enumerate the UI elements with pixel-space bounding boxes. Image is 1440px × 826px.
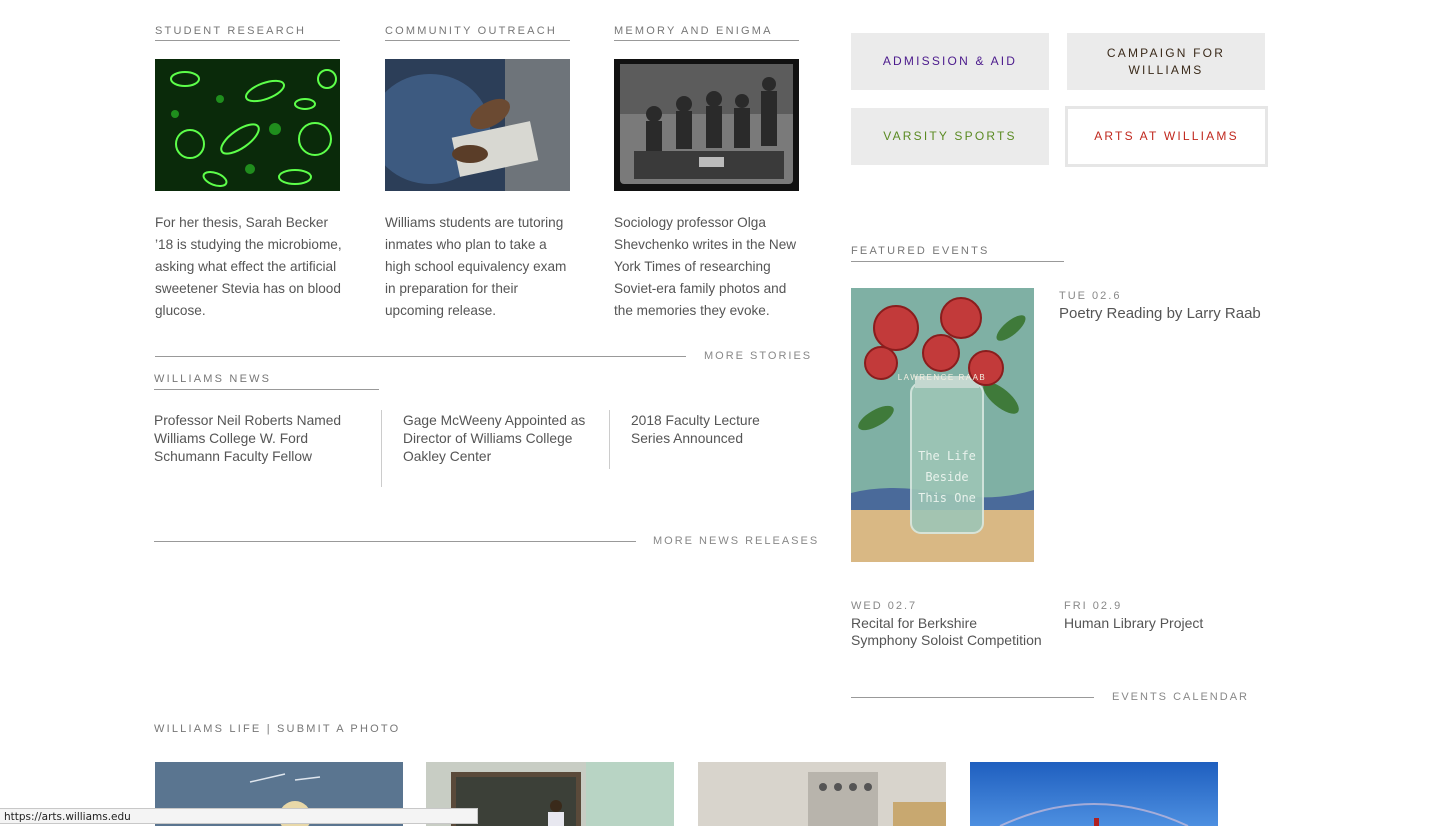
more-news-divider — [154, 541, 636, 542]
admission-aid-button[interactable]: ADMISSION & AID — [851, 33, 1049, 90]
more-stories-divider — [155, 356, 686, 357]
arts-at-williams-button[interactable]: ARTS AT WILLIAMS — [1065, 106, 1268, 167]
book-cover-image[interactable]: LAWRENCE RAAB The Life Beside This One — [851, 288, 1034, 562]
featured-event-date: TUE 02.6 — [1059, 290, 1122, 302]
event-title-human-library[interactable]: Human Library Project — [1064, 615, 1203, 632]
book-cover-author: LAWRENCE RAAB — [898, 373, 987, 382]
news-item-gage-mcweeny[interactable]: Gage McWeeny Appointed as Director of Wi… — [403, 412, 593, 466]
news-divider — [609, 410, 610, 469]
book-cover-title-line: This One — [918, 491, 976, 505]
more-news-releases-link[interactable]: MORE NEWS RELEASES — [653, 535, 819, 547]
news-kicker: WILLIAMS NEWS — [154, 373, 379, 390]
story-kicker-community-outreach: COMMUNITY OUTREACH — [385, 25, 570, 41]
events-calendar-divider — [851, 697, 1094, 698]
story-text-memory-enigma: Sociology professor Olga Shevchenko writ… — [614, 215, 797, 318]
event-date: FRI 02.9 — [1064, 600, 1123, 612]
story-text-community-outreach: Williams students are tutoring inmates w… — [385, 215, 567, 318]
life-photo-lab[interactable] — [698, 762, 946, 826]
story-kicker-student-research: STUDENT RESEARCH — [155, 25, 340, 41]
event-date: WED 02.7 — [851, 600, 918, 612]
family-photo-image[interactable] — [614, 59, 799, 191]
book-cover-title-line: The Life — [918, 449, 976, 463]
microbiome-image[interactable] — [155, 59, 340, 191]
event-title-recital[interactable]: Recital for Berkshire Symphony Soloist C… — [851, 615, 1046, 649]
life-photo-sky[interactable] — [970, 762, 1218, 826]
book-cover-title-line: Beside — [925, 470, 968, 484]
news-item-neil-roberts[interactable]: Professor Neil Roberts Named Williams Co… — [154, 412, 359, 466]
events-kicker: FEATURED EVENTS — [851, 245, 1064, 262]
events-calendar-link[interactable]: EVENTS CALENDAR — [1112, 691, 1249, 703]
featured-event-title[interactable]: Poetry Reading by Larry Raab — [1059, 305, 1261, 322]
story-kicker-memory-enigma: MEMORY AND ENIGMA — [614, 25, 799, 41]
news-divider — [381, 410, 382, 487]
williams-life-label[interactable]: WILLIAMS LIFE | SUBMIT A PHOTO — [154, 723, 400, 735]
more-stories-link[interactable]: MORE STORIES — [704, 350, 812, 362]
varsity-sports-button[interactable]: VARSITY SPORTS — [851, 108, 1049, 165]
status-bar-url: https://arts.williams.edu — [0, 808, 478, 824]
news-item-faculty-lecture[interactable]: 2018 Faculty Lecture Series Announced — [631, 412, 801, 448]
story-text-student-research: For her thesis, Sarah Becker ’18 is stud… — [155, 215, 342, 318]
tutoring-image[interactable] — [385, 59, 570, 191]
campaign-for-williams-button[interactable]: CAMPAIGN FOR WILLIAMS — [1067, 33, 1265, 90]
